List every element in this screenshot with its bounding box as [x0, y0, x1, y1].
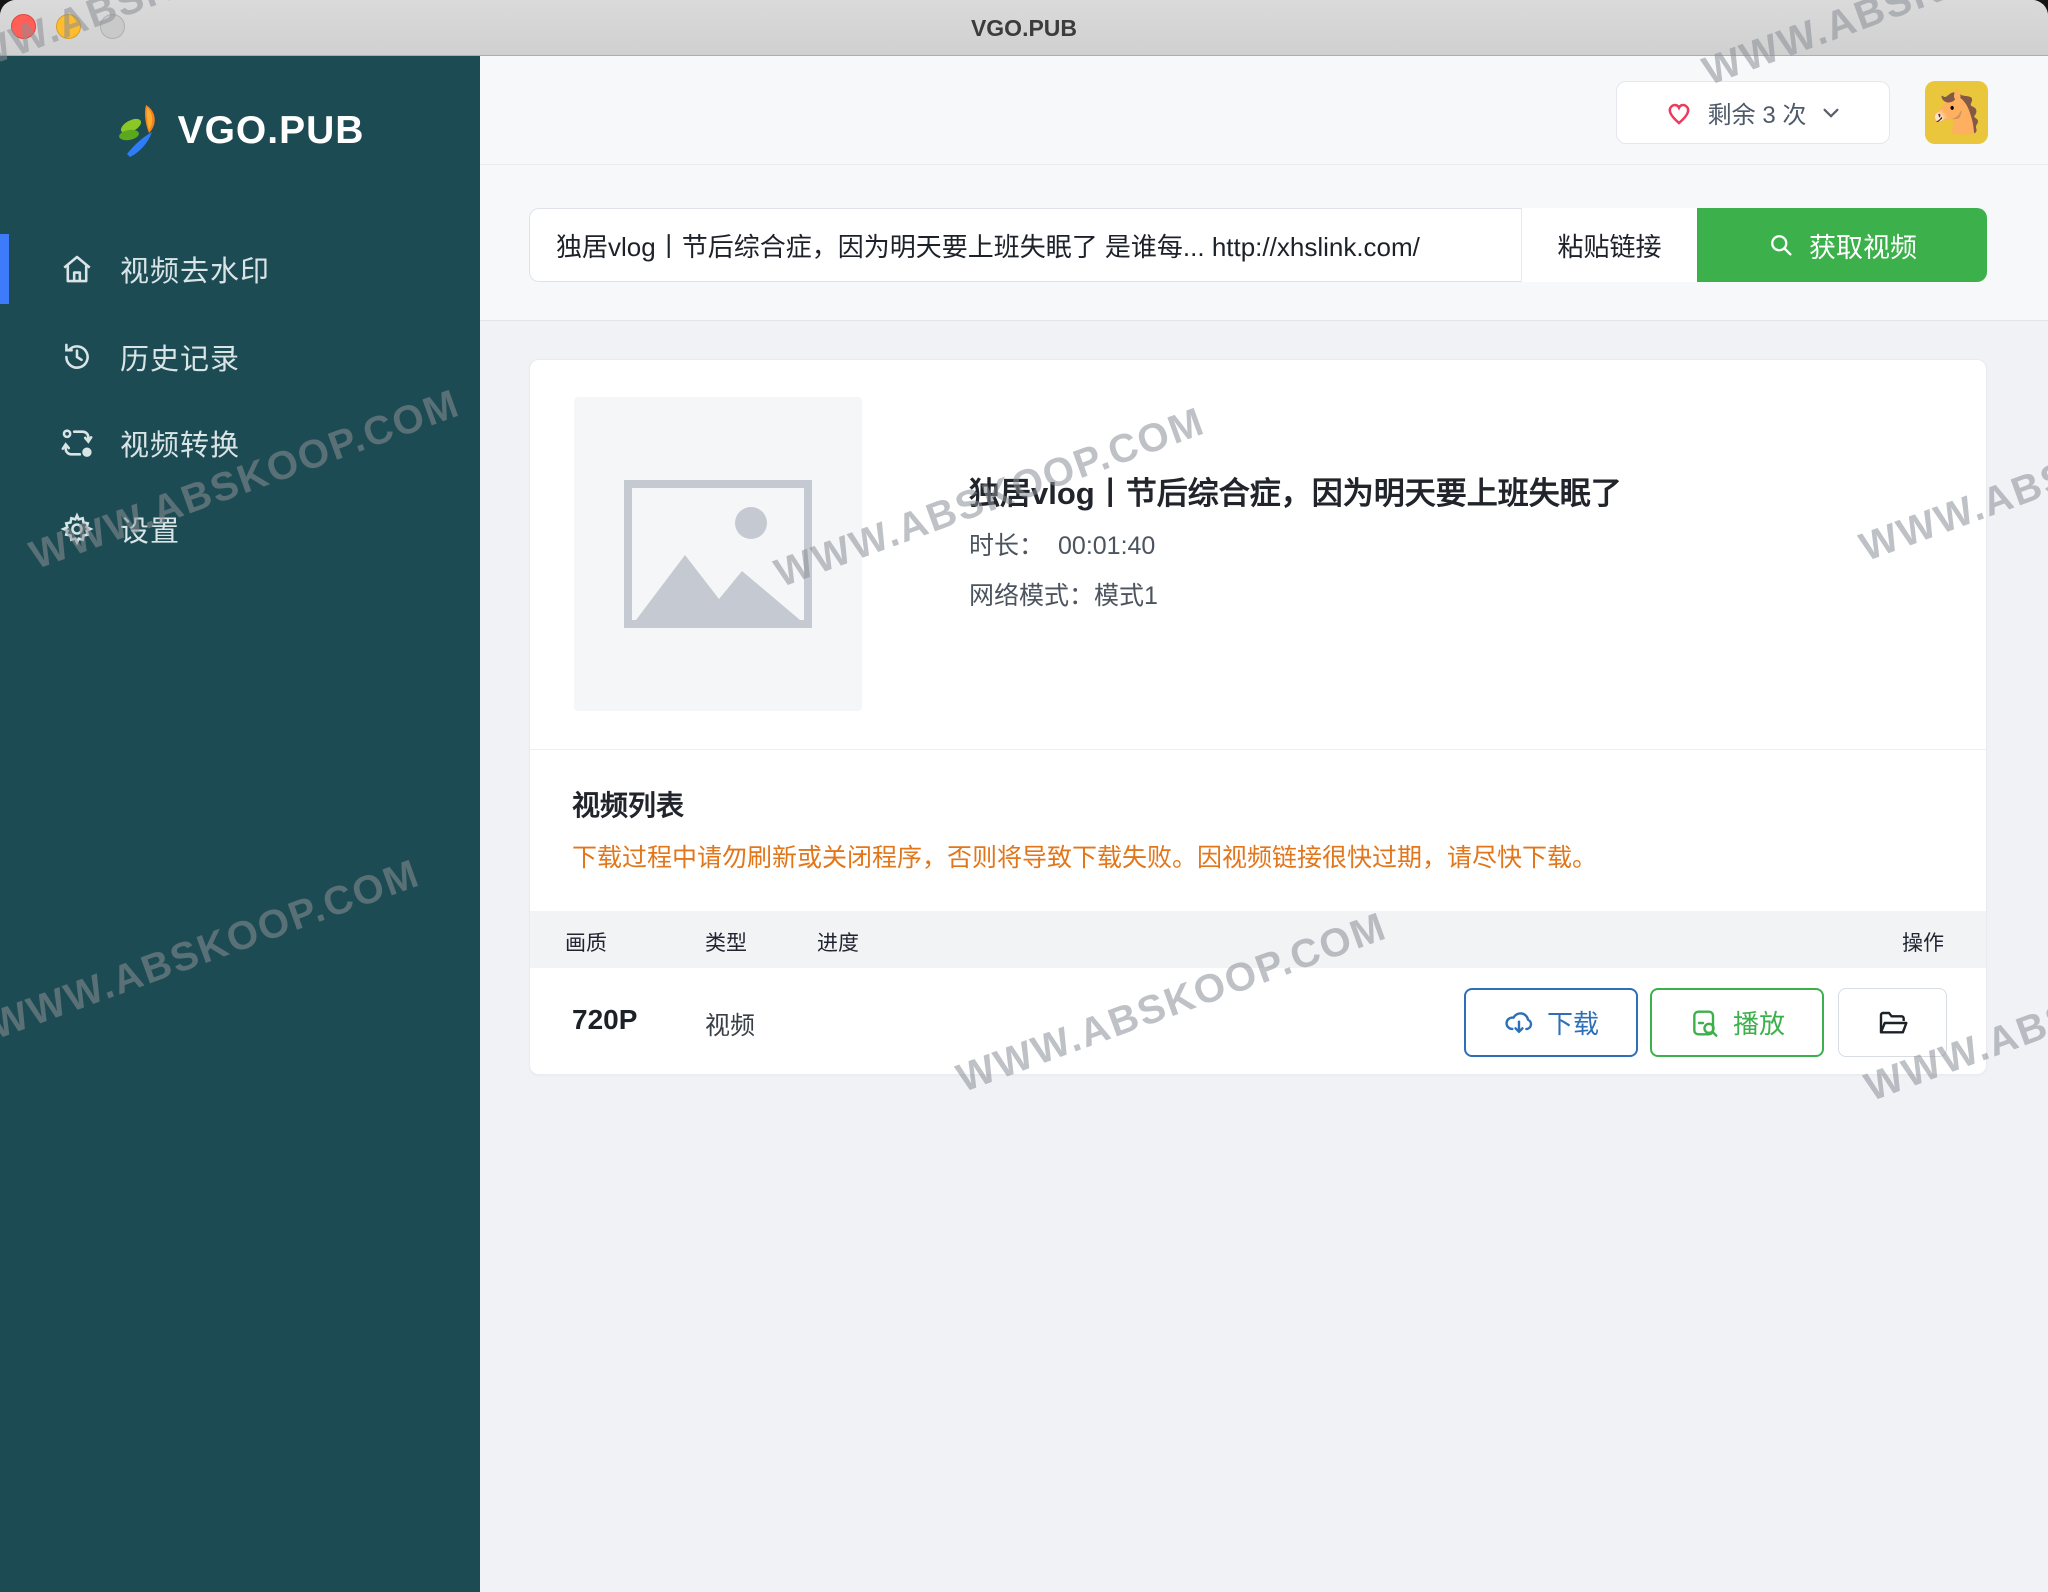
play-button[interactable]: 播放: [1650, 988, 1824, 1057]
sidebar-item-convert[interactable]: 视频转换: [0, 408, 480, 478]
home-icon: [60, 252, 94, 286]
download-button[interactable]: 下载: [1464, 988, 1638, 1057]
play-label: 播放: [1733, 1004, 1785, 1041]
download-warning: 下载过程中请勿刷新或关闭程序，否则将导致下载失败。因视频链接很快过期，请尽快下载…: [572, 838, 1597, 874]
column-quality: 画质: [565, 927, 607, 957]
video-duration: 时长： 00:01:40: [969, 526, 1155, 562]
cloud-download-icon: [1503, 1007, 1535, 1039]
heart-icon: [1664, 98, 1694, 128]
sidebar-item-watermark-removal[interactable]: 视频去水印: [0, 234, 480, 304]
column-actions: 操作: [1902, 927, 1944, 957]
video-card: 独居vlog丨节后综合症，因为明天要上班失眠了 时长： 00:01:40 网络模式…: [529, 359, 1987, 1075]
cell-type: 视频: [705, 1006, 755, 1042]
convert-icon: [60, 426, 94, 460]
app-window: VGO.PUB VGO.PUB 视频去水印 历史记录: [0, 0, 2048, 1592]
app-logo: VGO.PUB: [0, 104, 480, 158]
card-divider: [530, 749, 1987, 750]
image-placeholder-icon: [623, 479, 813, 629]
fetch-video-button[interactable]: 获取视频: [1697, 208, 1987, 282]
sidebar-item-label: 设置: [120, 508, 180, 550]
url-input[interactable]: [529, 208, 1522, 282]
search-bar: 粘贴链接 获取视频: [480, 165, 2048, 321]
table-row: 720P 视频 下载 播放: [530, 968, 1987, 1075]
table-header: 画质 类型 进度 操作: [530, 911, 1987, 968]
video-network-mode: 网络模式：模式1: [969, 576, 1158, 612]
video-list-heading: 视频列表: [572, 784, 684, 824]
sidebar: VGO.PUB 视频去水印 历史记录 视频转换: [0, 56, 480, 1592]
chevron-down-icon: [1820, 102, 1842, 124]
history-icon: [60, 340, 94, 374]
sidebar-item-label: 视频转换: [120, 422, 240, 464]
video-title: 独居vlog丨节后综合症，因为明天要上班失眠了: [969, 468, 1949, 513]
paste-link-button[interactable]: 粘贴链接: [1522, 208, 1697, 282]
cell-quality: 720P: [572, 1004, 637, 1036]
sidebar-item-settings[interactable]: 设置: [0, 494, 480, 564]
titlebar: VGO.PUB: [0, 0, 2048, 56]
open-folder-button[interactable]: [1838, 988, 1947, 1057]
thumbnail-placeholder: [574, 397, 862, 711]
quota-pill[interactable]: 剩余 3 次: [1616, 81, 1890, 144]
quota-label: 剩余 3 次: [1708, 95, 1807, 130]
column-progress: 进度: [817, 927, 859, 957]
gear-icon: [60, 512, 94, 546]
duration-value: 00:01:40: [1058, 532, 1155, 560]
sidebar-item-label: 视频去水印: [120, 248, 270, 290]
download-label: 下载: [1547, 1004, 1599, 1041]
logo-text: VGO.PUB: [178, 109, 365, 153]
folder-icon: [1877, 1007, 1909, 1039]
sidebar-item-label: 历史记录: [120, 336, 240, 378]
sidebar-item-history[interactable]: 历史记录: [0, 322, 480, 392]
avatar[interactable]: 🐴: [1925, 81, 1988, 144]
preview-icon: [1689, 1007, 1721, 1039]
logo-bird-icon: [116, 104, 166, 158]
window-title: VGO.PUB: [0, 0, 2048, 56]
duration-label: 时长：: [969, 532, 1044, 560]
search-icon: [1767, 231, 1795, 259]
header: 剩余 3 次 🐴: [480, 56, 2048, 165]
network-mode-label: 网络模式：: [969, 582, 1094, 610]
fetch-video-label: 获取视频: [1809, 226, 1917, 265]
network-mode-value: 模式1: [1094, 582, 1158, 610]
column-type: 类型: [705, 927, 747, 957]
